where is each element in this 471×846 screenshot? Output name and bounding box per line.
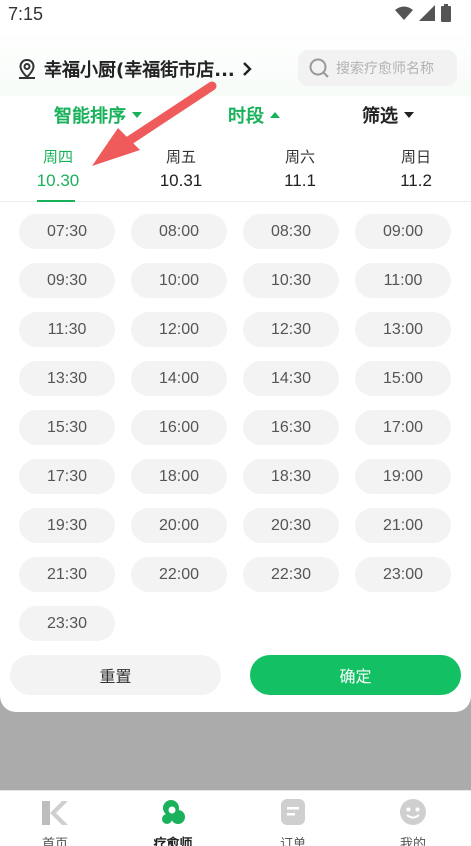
day-week: 周四 — [42, 148, 73, 166]
time-slot[interactable]: 18:30 — [243, 459, 339, 494]
time-slot[interactable]: 21:30 — [19, 557, 115, 592]
order-icon — [278, 797, 308, 827]
day-date: 10.30 — [36, 171, 80, 190]
header: 幸福小厨(幸福街市店... 搜索疗愈师名称 — [0, 30, 471, 100]
day-tab-sat[interactable]: 周六 11.1 — [250, 146, 350, 191]
reset-button[interactable]: 重置 — [10, 655, 221, 695]
time-slot[interactable]: 20:00 — [131, 508, 227, 543]
time-slot[interactable]: 10:30 — [243, 263, 339, 298]
time-slot[interactable]: 07:30 — [19, 214, 115, 249]
chevron-right-icon — [242, 62, 252, 76]
confirm-button[interactable]: 确定 — [250, 655, 461, 695]
day-date: 10.31 — [159, 171, 203, 190]
time-slot[interactable]: 22:00 — [131, 557, 227, 592]
time-slot[interactable]: 12:30 — [243, 312, 339, 347]
time-slot[interactable]: 15:30 — [19, 410, 115, 445]
day-week: 周六 — [284, 148, 315, 166]
day-tab-sun[interactable]: 周日 11.2 — [366, 146, 466, 191]
time-slot[interactable]: 19:00 — [355, 459, 451, 494]
time-slot-grid: 07:30 08:00 08:30 09:00 09:30 10:00 10:3… — [19, 214, 455, 641]
day-date: 11.2 — [400, 171, 432, 190]
time-slot[interactable]: 14:00 — [131, 361, 227, 396]
tab-therapist[interactable]: 疗愈师 — [118, 797, 228, 846]
therapist-icon — [158, 797, 188, 827]
status-icons — [395, 4, 451, 22]
time-slot[interactable]: 10:00 — [131, 263, 227, 298]
day-tab-fri[interactable]: 周五 10.31 — [131, 146, 231, 191]
time-slot[interactable]: 11:00 — [355, 263, 451, 298]
time-slot[interactable]: 23:30 — [19, 606, 115, 641]
day-week: 周日 — [400, 148, 431, 166]
sort-tab[interactable]: 智能排序 — [54, 102, 142, 128]
tab-profile-label: 我的 — [399, 837, 426, 846]
time-slot[interactable]: 16:00 — [131, 410, 227, 445]
time-slot[interactable]: 13:30 — [19, 361, 115, 396]
day-selector: 周四 10.30 周五 10.31 周六 11.1 周日 11.2 — [0, 146, 471, 202]
time-slot[interactable]: 15:00 — [355, 361, 451, 396]
bottom-tab-bar: 首页 疗愈师 订单 我的 — [0, 790, 471, 846]
status-time: 7:15 — [8, 4, 44, 24]
tab-home-label: 首页 — [41, 837, 68, 846]
time-slot[interactable]: 16:30 — [243, 410, 339, 445]
search-input[interactable]: 搜索疗愈师名称 — [298, 50, 457, 86]
time-slot[interactable]: 09:30 — [19, 263, 115, 298]
time-period-tab[interactable]: 时段 — [228, 102, 280, 128]
selected-day-indicator — [37, 200, 75, 202]
wifi-icon — [395, 6, 413, 20]
tab-orders-label: 订单 — [279, 837, 306, 846]
time-slot[interactable]: 13:00 — [355, 312, 451, 347]
time-slot[interactable]: 21:00 — [355, 508, 451, 543]
status-bar: 7:15 — [0, 0, 471, 30]
caret-up-icon — [270, 112, 280, 118]
time-slot[interactable]: 14:30 — [243, 361, 339, 396]
filter-tab-label: 筛选 — [362, 106, 398, 127]
home-k-icon — [40, 797, 70, 827]
time-slot[interactable]: 08:00 — [131, 214, 227, 249]
time-slot[interactable]: 09:00 — [355, 214, 451, 249]
tab-orders[interactable]: 订单 — [238, 797, 348, 846]
search-placeholder: 搜索疗愈师名称 — [336, 61, 434, 77]
caret-down-icon — [404, 112, 414, 118]
time-slot[interactable]: 17:00 — [355, 410, 451, 445]
caret-down-icon — [132, 112, 142, 118]
search-icon — [309, 58, 329, 78]
sort-tab-label: 智能排序 — [54, 106, 126, 127]
time-slot[interactable]: 19:30 — [19, 508, 115, 543]
day-week: 周五 — [165, 148, 196, 166]
time-slot[interactable]: 08:30 — [243, 214, 339, 249]
location-pin-icon — [19, 58, 35, 79]
time-slot[interactable]: 20:30 — [243, 508, 339, 543]
tab-home[interactable]: 首页 — [0, 797, 110, 846]
tab-therapist-label: 疗愈师 — [153, 837, 193, 846]
filter-tabs: 智能排序 时段 筛选 — [0, 96, 471, 134]
signal-icon — [419, 5, 435, 21]
tab-profile[interactable]: 我的 — [358, 797, 468, 846]
profile-icon — [398, 797, 428, 827]
time-slot[interactable]: 23:00 — [355, 557, 451, 592]
time-period-tab-label: 时段 — [228, 106, 264, 127]
time-slot[interactable]: 12:00 — [131, 312, 227, 347]
filter-tab[interactable]: 筛选 — [362, 102, 414, 128]
battery-icon — [441, 4, 451, 22]
day-date: 11.1 — [284, 171, 316, 190]
time-slot[interactable]: 22:30 — [243, 557, 339, 592]
day-tab-thu[interactable]: 周四 10.30 — [8, 146, 108, 191]
time-slot[interactable]: 17:30 — [19, 459, 115, 494]
location-label: 幸福小厨(幸福街市店... — [44, 60, 235, 81]
time-filter-sheet: 智能排序 时段 筛选 周四 10.30 周五 10.31 周六 11.1 周日 … — [0, 96, 471, 712]
location-selector[interactable]: 幸福小厨(幸福街市店... — [16, 56, 253, 82]
time-slot[interactable]: 18:00 — [131, 459, 227, 494]
time-slot[interactable]: 11:30 — [19, 312, 115, 347]
